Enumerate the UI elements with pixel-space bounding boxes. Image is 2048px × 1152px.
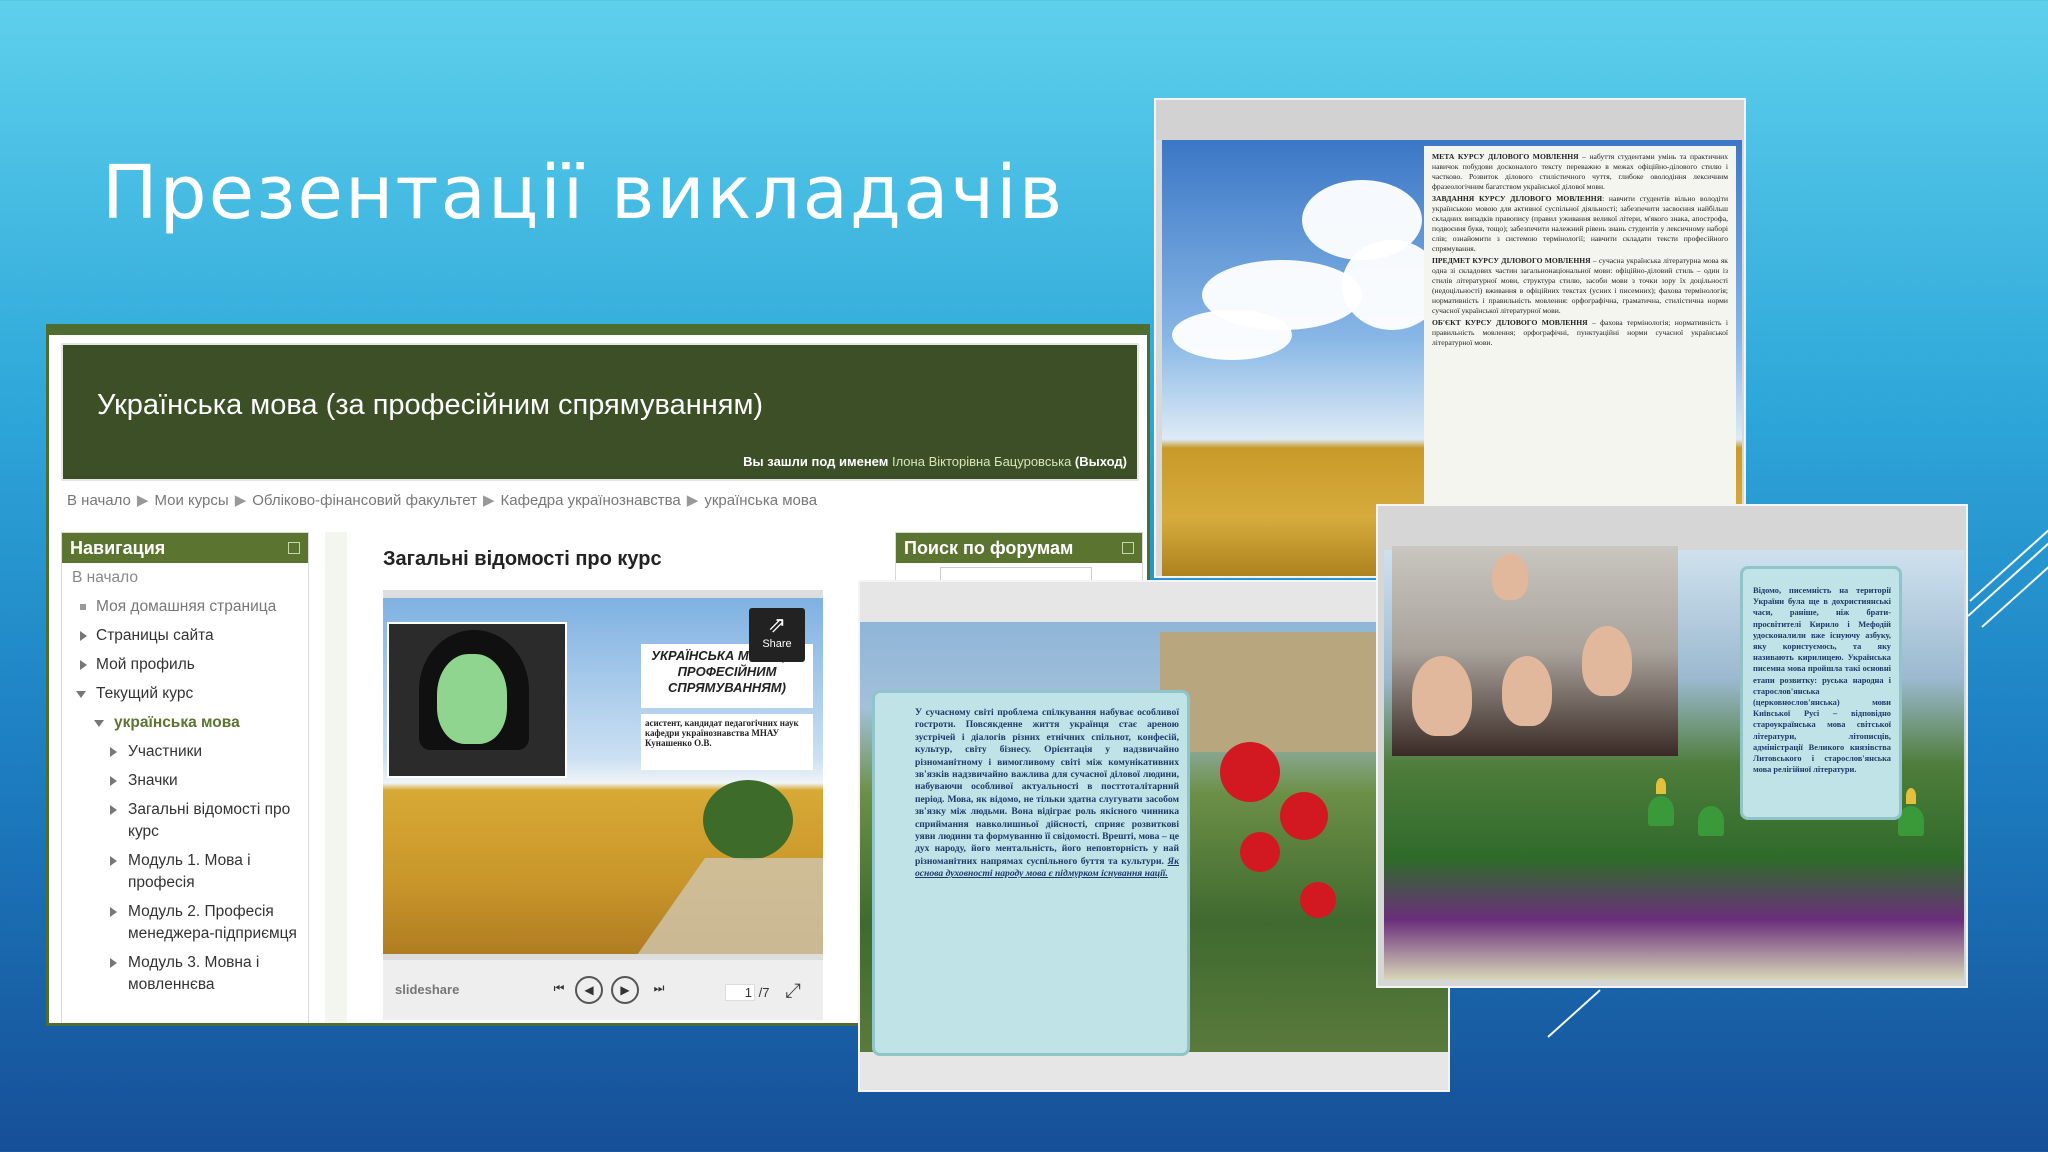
collapse-arrow-icon xyxy=(94,720,104,727)
login-prefix: Вы зашли под именем xyxy=(743,454,889,469)
nav-item-current-course[interactable]: Текущий курс xyxy=(72,683,308,705)
share-label: Share xyxy=(762,638,792,650)
slide-author-box: асистент, кандидат педагогічних наук каф… xyxy=(641,714,813,770)
section-title: Загальні відомості про курс xyxy=(383,548,662,570)
first-slide-icon[interactable]: ⏮ xyxy=(545,976,573,1004)
moodle-top-bar xyxy=(49,327,1147,335)
scroll-slide: У сучасному світі проблема спілкування н… xyxy=(858,580,1450,1092)
breadcrumb: В начало ▶ Мои курсы ▶ Обліково-фінансовий ф… xyxy=(67,492,818,509)
nav-item-module-2[interactable]: Модуль 2. Професія менеджера-підприємця xyxy=(72,901,308,945)
breadcrumb-home[interactable]: В начало xyxy=(67,492,131,509)
decor-line xyxy=(1547,989,1601,1038)
nav-item-badges[interactable]: Значки xyxy=(72,770,308,792)
navigation-title: Навигация xyxy=(70,538,166,558)
forum-search-header: Поиск по форумам xyxy=(896,533,1142,563)
nav-item-home[interactable]: В начало xyxy=(72,567,308,589)
kyiv-text-box: Відомо, писемність на території України … xyxy=(1740,566,1902,820)
forum-search-title: Поиск по форумам xyxy=(904,538,1074,558)
user-link[interactable]: Ілона Вікторівна Бацуровська xyxy=(892,454,1071,469)
prev-slide-icon[interactable]: ◀ xyxy=(575,976,603,1004)
nav-item-general-info[interactable]: Загальні відомості про курс xyxy=(72,799,308,843)
navigation-block: Навигация В начало Моя домашняя страница… xyxy=(61,532,309,1023)
tree-image xyxy=(703,780,793,860)
classroom-photo xyxy=(1392,546,1678,756)
page-total: /7 xyxy=(758,985,770,1000)
collapse-icon[interactable] xyxy=(288,542,300,554)
slideshare-embed[interactable]: УКРАЇНСЬКА МОВА (ЗА ПРОФЕСІЙНИМ СПРЯМУВА… xyxy=(383,590,823,1020)
fullscreen-icon[interactable]: ⤢ xyxy=(785,980,801,1003)
bullet-icon xyxy=(80,604,86,610)
breadcrumb-my-courses[interactable]: Мои курсы xyxy=(154,492,228,509)
breadcrumb-department[interactable]: Кафедра українознавства xyxy=(501,492,681,509)
last-slide-icon[interactable]: ⏭ xyxy=(645,976,673,1004)
slideshare-controls: slideshare ⏮ ◀ ▶ ⏭ 1 /7 ⤢ xyxy=(383,960,823,1020)
page-input[interactable]: 1 xyxy=(725,984,755,1001)
login-info: Вы зашли под именем Ілона Вікторівна Бац… xyxy=(743,454,1127,469)
navigation-block-header: Навигация xyxy=(62,533,308,563)
nav-item-participants[interactable]: Участники xyxy=(72,741,308,763)
teacher-photo xyxy=(387,622,567,778)
nav-item-module-3[interactable]: Модуль 3. Мовна і мовленнєва xyxy=(72,952,308,996)
collapse-arrow-icon xyxy=(76,691,86,698)
nav-item-site-pages[interactable]: Страницы сайта xyxy=(72,625,308,647)
breadcrumb-course[interactable]: українська мова xyxy=(704,492,817,509)
nav-item-course[interactable]: українська мова xyxy=(72,712,308,734)
expand-icon xyxy=(80,660,87,670)
kyiv-text: Відомо, писемність на території України … xyxy=(1753,586,1891,775)
course-header: Українська мова (за професійним спрямува… xyxy=(61,343,1139,481)
scroll-text: У сучасному світі проблема спілкування н… xyxy=(915,707,1179,867)
next-slide-icon[interactable]: ▶ xyxy=(611,976,639,1004)
main-content: Загальні відомості про курс УКРАЇНСЬКА М… xyxy=(325,532,873,1023)
slide-title: Презентації викладачів xyxy=(102,150,1065,236)
breadcrumb-faculty[interactable]: Обліково-фінансовий факультет xyxy=(252,492,477,509)
expand-icon xyxy=(110,776,117,786)
collapse-icon[interactable] xyxy=(1122,542,1134,554)
logout-link[interactable]: (Выход) xyxy=(1075,454,1127,469)
kyiv-slide: Відомо, писемність на території України … xyxy=(1376,504,1968,988)
slideshare-logo: slideshare xyxy=(395,982,460,997)
decor-line xyxy=(1969,526,2048,602)
slideshare-slide: УКРАЇНСЬКА МОВА (ЗА ПРОФЕСІЙНИМ СПРЯМУВА… xyxy=(383,598,823,954)
scroll-text-box: У сучасному світі проблема спілкування н… xyxy=(872,690,1190,1056)
share-button[interactable]: ⇗ Share xyxy=(749,608,805,662)
nav-item-dashboard[interactable]: Моя домашняя страница xyxy=(72,596,308,618)
nav-item-module-1[interactable]: Модуль 1. Мова і професія xyxy=(72,850,308,894)
page-indicator: 1 /7 xyxy=(725,984,769,1001)
expand-icon xyxy=(110,907,117,917)
expand-icon xyxy=(110,747,117,757)
expand-icon xyxy=(110,805,117,815)
road-image xyxy=(620,858,823,954)
expand-icon xyxy=(110,958,117,968)
expand-icon xyxy=(80,631,87,641)
course-title: Українська мова (за професійним спрямува… xyxy=(97,389,764,421)
share-icon: ⇗ xyxy=(767,612,787,637)
nav-item-profile[interactable]: Мой профиль xyxy=(72,654,308,676)
expand-icon xyxy=(110,856,117,866)
